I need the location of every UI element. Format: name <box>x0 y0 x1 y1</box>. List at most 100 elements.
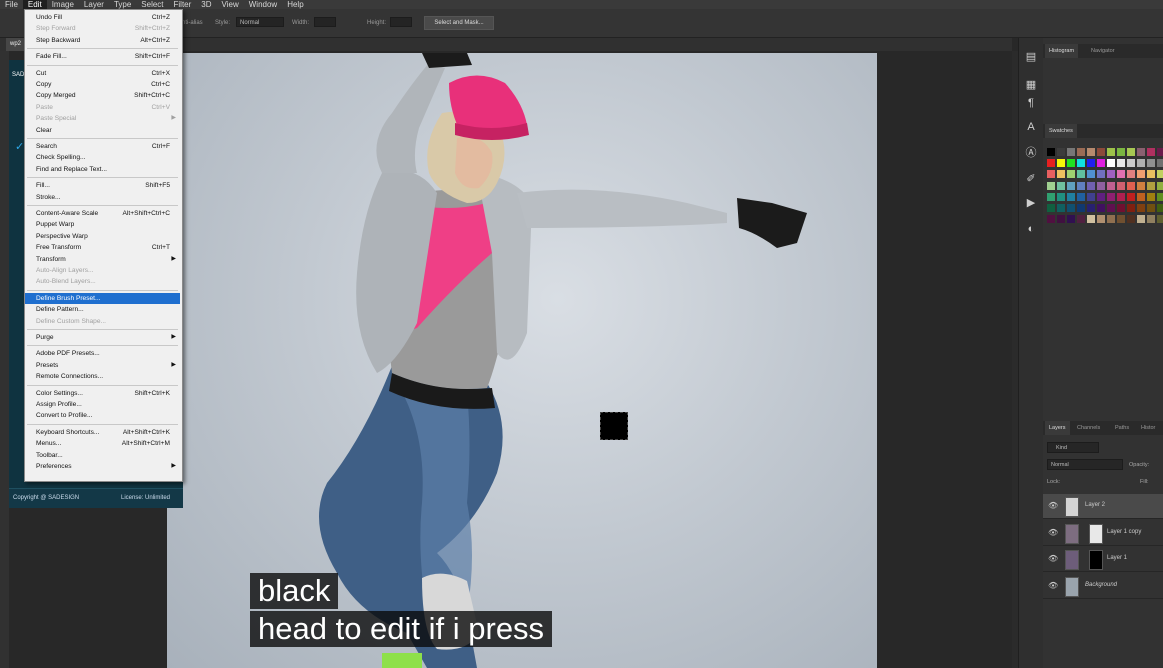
swatch[interactable] <box>1147 170 1155 179</box>
filter-kind-select[interactable]: Kind <box>1047 442 1099 453</box>
swatch[interactable] <box>1137 159 1145 168</box>
swatch[interactable] <box>1077 181 1085 190</box>
swatch[interactable] <box>1097 215 1105 224</box>
character-icon[interactable]: A <box>1024 120 1038 134</box>
menu-help[interactable]: Help <box>282 0 308 9</box>
menu-layer[interactable]: Layer <box>79 0 109 9</box>
menu-item-auto-align-layers[interactable]: Auto-Align Layers... <box>25 265 180 276</box>
select-and-mask-button[interactable]: Select and Mask... <box>424 16 494 30</box>
swatch[interactable] <box>1117 204 1125 212</box>
menu-item-perspective-warp[interactable]: Perspective Warp <box>25 231 180 242</box>
menu-item-search[interactable]: Search Ctrl+F <box>25 141 180 152</box>
swatch[interactable] <box>1097 192 1105 201</box>
swatch[interactable] <box>1117 192 1125 201</box>
swatch[interactable] <box>1077 204 1085 212</box>
menu-item-presets[interactable]: Presets ▶ <box>25 360 180 371</box>
swatch[interactable] <box>1077 170 1085 179</box>
menu-item-auto-blend-layers[interactable]: Auto-Blend Layers... <box>25 276 180 287</box>
swatch[interactable] <box>1077 148 1085 156</box>
swatch[interactable] <box>1047 181 1055 190</box>
swatch[interactable] <box>1047 204 1055 212</box>
swatches-icon[interactable]: ▦ <box>1024 78 1038 92</box>
swatch[interactable] <box>1097 170 1105 179</box>
swatch[interactable] <box>1077 192 1085 201</box>
menu-item-free-transform[interactable]: Free Transform Ctrl+T <box>25 242 180 253</box>
swatch[interactable] <box>1107 204 1115 212</box>
swatch[interactable] <box>1067 215 1075 224</box>
swatch[interactable] <box>1067 204 1075 212</box>
menu-item-find-and-replace-text[interactable]: Find and Replace Text... <box>25 164 180 175</box>
menu-item-cut[interactable]: Cut Ctrl+X <box>25 68 180 79</box>
swatch[interactable] <box>1137 170 1145 179</box>
swatch[interactable] <box>1087 148 1095 156</box>
swatch[interactable] <box>1127 148 1135 156</box>
histogram-icon[interactable]: ▤ <box>1024 50 1038 64</box>
swatch[interactable] <box>1157 159 1163 168</box>
swatch[interactable] <box>1077 159 1085 168</box>
menu-item-assign-profile[interactable]: Assign Profile... <box>25 399 180 410</box>
swatch[interactable] <box>1097 181 1105 190</box>
menu-type[interactable]: Type <box>109 0 136 9</box>
swatch[interactable] <box>1127 181 1135 190</box>
menu-item-remote-connections[interactable]: Remote Connections... <box>25 371 180 382</box>
swatch[interactable] <box>1147 159 1155 168</box>
swatch[interactable] <box>1157 170 1163 179</box>
swatch[interactable] <box>1147 192 1155 201</box>
swatch[interactable] <box>1057 204 1065 212</box>
swatch[interactable] <box>1097 204 1105 212</box>
menu-filter[interactable]: Filter <box>169 0 197 9</box>
menu-item-keyboard-shortcuts[interactable]: Keyboard Shortcuts... Alt+Shift+Ctrl+K <box>25 427 180 438</box>
swatch[interactable] <box>1057 170 1065 179</box>
menu-item-step-forward[interactable]: Step Forward Shift+Ctrl+Z <box>25 23 180 34</box>
swatch[interactable] <box>1127 159 1135 168</box>
swatch[interactable] <box>1147 148 1155 156</box>
swatch[interactable] <box>1137 148 1145 156</box>
swatch[interactable] <box>1067 170 1075 179</box>
swatch[interactable] <box>1157 204 1163 212</box>
height-field[interactable] <box>390 17 412 27</box>
menu-item-fade-fill[interactable]: Fade Fill... Shift+Ctrl+F <box>25 51 180 62</box>
swatch[interactable] <box>1127 170 1135 179</box>
menu-image[interactable]: Image <box>47 0 79 9</box>
adjustments-icon[interactable]: ◐ <box>1024 222 1038 236</box>
menu-item-clear[interactable]: Clear <box>25 125 180 136</box>
swatch[interactable] <box>1067 192 1075 201</box>
swatch[interactable] <box>1107 159 1115 168</box>
menu-edit[interactable]: Edit <box>22 0 47 9</box>
swatch[interactable] <box>1087 170 1095 179</box>
menu-item-menus[interactable]: Menus... Alt+Shift+Ctrl+M <box>25 438 180 449</box>
swatch[interactable] <box>1087 181 1095 190</box>
layer-row[interactable]: 👁 Background <box>1043 574 1163 599</box>
swatch[interactable] <box>1057 148 1065 156</box>
swatch[interactable] <box>1147 215 1155 224</box>
menu-item-undo-fill[interactable]: Undo Fill Ctrl+Z <box>25 12 180 23</box>
menu-item-copy-merged[interactable]: Copy Merged Shift+Ctrl+C <box>25 90 180 101</box>
tab-paths[interactable]: Paths <box>1115 421 1129 435</box>
menu-item-transform[interactable]: Transform ▶ <box>25 254 180 265</box>
brush-settings-icon[interactable]: ✐ <box>1024 172 1038 186</box>
tab-channels[interactable]: Channels <box>1077 421 1100 435</box>
menu-item-paste-special[interactable]: Paste Special ▶ <box>25 113 180 124</box>
swatch[interactable] <box>1137 192 1145 201</box>
swatch[interactable] <box>1157 192 1163 201</box>
menu-item-color-settings[interactable]: Color Settings... Shift+Ctrl+K <box>25 388 180 399</box>
menu-view[interactable]: View <box>217 0 244 9</box>
swatch[interactable] <box>1057 215 1065 224</box>
swatch[interactable] <box>1137 215 1145 224</box>
swatch[interactable] <box>1107 181 1115 190</box>
blend-mode-select[interactable]: Normal <box>1047 459 1123 470</box>
menu-item-convert-to-profile[interactable]: Convert to Profile... <box>25 410 180 421</box>
paragraph-icon[interactable]: ¶ <box>1024 96 1038 110</box>
menu-item-define-brush-preset[interactable]: Define Brush Preset... <box>25 292 180 304</box>
tab-navigator[interactable]: Navigator <box>1091 44 1115 58</box>
swatch[interactable] <box>1057 192 1065 201</box>
menu-item-content-aware-scale[interactable]: Content-Aware Scale Alt+Shift+Ctrl+C <box>25 208 180 219</box>
swatch[interactable] <box>1057 181 1065 190</box>
swatch[interactable] <box>1157 148 1163 156</box>
menu-3d[interactable]: 3D <box>196 0 216 9</box>
character-styles-icon[interactable]: Ⓐ <box>1024 146 1038 160</box>
swatch[interactable] <box>1087 204 1095 212</box>
visibility-eye-icon[interactable]: 👁 <box>1048 581 1058 590</box>
swatch[interactable] <box>1117 148 1125 156</box>
visibility-eye-icon[interactable]: 👁 <box>1048 501 1058 510</box>
